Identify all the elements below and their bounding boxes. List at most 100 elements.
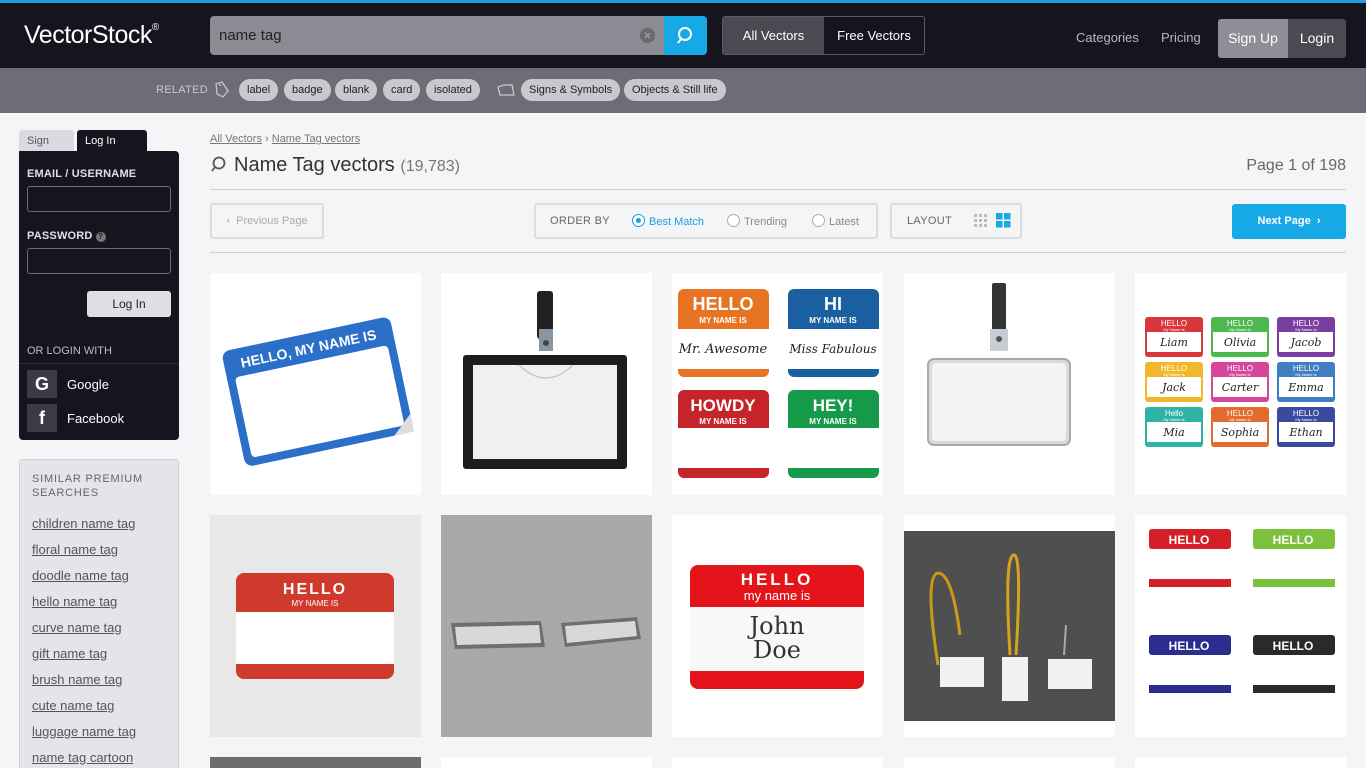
pricing-link[interactable]: Pricing [1161, 30, 1201, 45]
tag-heading: HELLO [283, 581, 347, 598]
similar-link[interactable]: children name tag [32, 516, 135, 531]
free-vectors-tab[interactable]: Free Vectors [824, 17, 924, 54]
related-category-objects-still-life[interactable]: Objects & Still life [624, 79, 726, 101]
order-trending-radio[interactable]: Trending [727, 214, 787, 228]
order-best-match-radio[interactable]: Best Match [632, 214, 704, 228]
signup-button[interactable]: Sign Up [1218, 19, 1288, 58]
result-thumbnail[interactable] [672, 757, 883, 768]
page-indicator: Page 1 of 198 [1246, 157, 1346, 174]
layout-label: LAYOUT [907, 215, 952, 227]
tag-heading: HELLO [741, 570, 814, 589]
tag-heading: HELLO [1169, 533, 1210, 547]
badge-holder-image [463, 291, 627, 469]
password-field[interactable] [27, 248, 171, 274]
tab-sign-up[interactable]: Sign Up [19, 130, 74, 169]
categories-link[interactable]: Categories [1076, 30, 1139, 45]
desk-nameplates-image [451, 617, 641, 649]
name-sticker-image: HELLO, MY NAME IS [222, 317, 415, 466]
result-thumbnail[interactable] [441, 757, 652, 768]
clear-search-icon[interactable] [640, 28, 655, 43]
result-thumbnail[interactable]: HELLO my name is John Doe [672, 515, 883, 737]
next-page-label: Next Page [1257, 215, 1311, 227]
login-submit-button[interactable]: Log In [87, 291, 171, 317]
search-input[interactable] [210, 16, 630, 55]
mini-tag-name: Carter [1222, 381, 1259, 394]
help-icon[interactable]: ? [95, 232, 106, 242]
email-label: EMAIL / USERNAME [27, 168, 137, 180]
large-grid-layout-icon[interactable] [996, 213, 1011, 228]
similar-link[interactable]: luggage name tag [32, 724, 136, 739]
result-thumbnail[interactable]: HELLO HELLO HELLO HELLO [1135, 515, 1346, 737]
order-latest-radio[interactable]: Latest [812, 214, 859, 228]
related-tag-label[interactable]: label [239, 79, 279, 101]
tag-heading: HOWDY [690, 396, 756, 415]
search-icon [677, 27, 692, 44]
similar-link[interactable]: curve name tag [32, 620, 122, 635]
tag-heading: HI [824, 294, 842, 314]
tag-subheading: my name is [744, 588, 811, 603]
mini-name-tag: HELLOMy Name IsEthan [1277, 407, 1335, 447]
result-thumbnail[interactable] [1135, 757, 1346, 768]
facebook-login-button[interactable]: f Facebook [27, 404, 172, 432]
login-button[interactable]: Login [1288, 19, 1346, 58]
radio-dot [812, 214, 825, 227]
result-thumbnail[interactable] [904, 273, 1115, 495]
result-thumbnail[interactable] [210, 757, 421, 768]
breadcrumb-all-vectors[interactable]: All Vectors [210, 133, 262, 145]
similar-link[interactable]: floral name tag [32, 542, 118, 557]
similar-link[interactable]: doodle name tag [32, 568, 129, 583]
result-thumbnail[interactable]: HELLO, MY NAME IS [210, 273, 421, 495]
previous-page-button[interactable]: ‹ Previous Page [210, 203, 324, 239]
related-tag-card[interactable]: card [383, 79, 421, 101]
related-tag-blank[interactable]: blank [335, 79, 378, 101]
mini-name-tag: HELLOMy Name IsOlivia [1211, 317, 1269, 357]
id-badge-image [927, 283, 1071, 446]
similar-searches-panel: SIMILAR PREMIUM SEARCHES children name t… [19, 459, 179, 768]
result-thumbnail[interactable]: HELLO MY NAME IS Mr. Awesome HI MY NAME … [672, 273, 883, 495]
similar-link[interactable]: cute name tag [32, 698, 114, 713]
result-thumbnail[interactable] [904, 515, 1115, 737]
tag-heading: HELLO [1273, 639, 1314, 653]
tab-log-in[interactable]: Log In [77, 130, 147, 152]
tag-name: Doe [753, 636, 801, 664]
similar-link[interactable]: hello name tag [32, 594, 117, 609]
order-trending-label: Trending [744, 216, 788, 228]
result-thumbnail[interactable] [904, 757, 1115, 768]
mini-tag-name: Jack [1160, 381, 1186, 394]
result-thumbnail[interactable]: HELLO My Name Is Liam HELLO My Name Is Olivia… [1135, 273, 1346, 495]
mini-tag-subheading: My Name Is [1163, 327, 1184, 332]
similar-link[interactable]: brush name tag [32, 672, 122, 687]
related-tag-isolated[interactable]: isolated [426, 79, 480, 101]
password-label-text: PASSWORD [27, 230, 93, 242]
related-category-signs-symbols[interactable]: Signs & Symbols [521, 79, 621, 101]
search-button[interactable] [664, 16, 707, 55]
divider [210, 252, 1346, 253]
all-vectors-tab[interactable]: All Vectors [723, 17, 824, 54]
divider [210, 189, 1346, 190]
tag-heading: HELLO [1169, 639, 1210, 653]
result-thumbnail[interactable] [441, 273, 652, 495]
layout-control: LAYOUT [890, 203, 1022, 239]
mini-tag-subheading: My Name Is [1229, 372, 1250, 377]
related-tag-badge[interactable]: badge [284, 79, 331, 101]
similar-link[interactable]: name tag cartoon [32, 750, 133, 765]
mini-name-tag: HELLOMy Name IsJack [1145, 362, 1203, 402]
mini-tag-subheading: My Name Is [1163, 372, 1184, 377]
vectorstock-logo[interactable]: VectorStock® [24, 21, 159, 50]
google-login-button[interactable]: G Google [27, 370, 172, 398]
email-field[interactable] [27, 186, 171, 212]
tag-subheading: MY NAME IS [699, 316, 747, 325]
or-login-with-label: OR LOGIN WITH [27, 345, 112, 357]
mini-tag-name: Liam [1159, 336, 1188, 349]
mini-tag-name: Sophia [1221, 426, 1259, 439]
small-grid-layout-icon[interactable] [974, 214, 988, 228]
result-thumbnail[interactable]: HELLO MY NAME IS [210, 515, 421, 737]
result-thumbnail[interactable] [441, 515, 652, 737]
similar-link[interactable]: gift name tag [32, 646, 107, 661]
mini-tag-subheading: My Name Is [1295, 417, 1316, 422]
next-page-button[interactable]: Next Page › [1232, 204, 1346, 239]
google-label: Google [67, 377, 109, 392]
divider [19, 363, 179, 364]
breadcrumb-name-tag[interactable]: Name Tag vectors [272, 133, 360, 145]
mini-name-tag: HELLOMy Name IsSophia [1211, 407, 1269, 447]
